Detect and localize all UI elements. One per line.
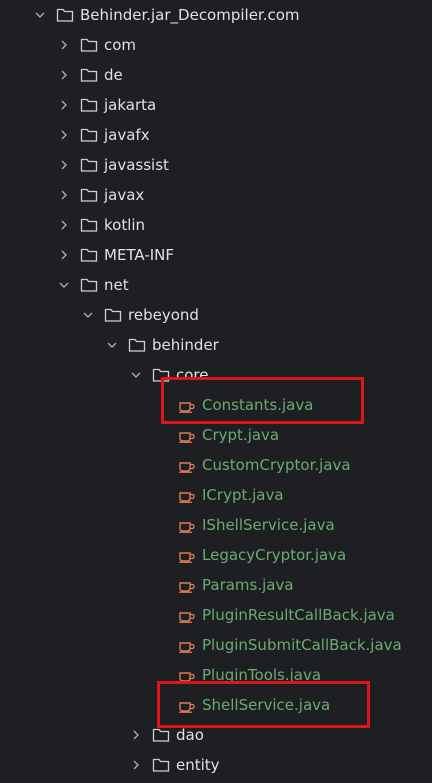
tree-node-label: com (104, 36, 137, 54)
tree-node-label: CustomCryptor.java (202, 456, 351, 474)
tree-node-root[interactable]: Behinder.jar_Decompiler.com (0, 0, 432, 30)
tree-node-label: Behinder.jar_Decompiler.com (80, 6, 300, 24)
tree-node-label: IShellService.java (202, 516, 335, 534)
tree-file-pluginsubmitcallback[interactable]: PluginSubmitCallBack.java (0, 630, 432, 660)
tree-file-customcryptor[interactable]: CustomCryptor.java (0, 450, 432, 480)
tree-node-label: javassist (104, 156, 169, 174)
tree-file-ishellservice[interactable]: IShellService.java (0, 510, 432, 540)
tree-node-label: entity (176, 756, 220, 774)
tree-node-label: javafx (104, 126, 150, 144)
tree-node-label: jakarta (104, 96, 157, 114)
tree-node-label: javax (104, 186, 145, 204)
tree-file-legacycryptor[interactable]: LegacyCryptor.java (0, 540, 432, 570)
folder-icon (80, 97, 98, 113)
folder-icon (152, 757, 170, 773)
java-file-icon (178, 517, 196, 533)
tree-node-label: kotlin (104, 216, 146, 234)
tree-node-label: META-INF (104, 246, 175, 264)
folder-icon (80, 127, 98, 143)
tree-node-folder[interactable]: javax (0, 180, 432, 210)
chevron-right-icon[interactable] (130, 729, 142, 741)
tree-node-folder[interactable]: de (0, 60, 432, 90)
tree-node-net[interactable]: net (0, 270, 432, 300)
tree-node-folder[interactable]: META-INF (0, 240, 432, 270)
java-file-icon (178, 637, 196, 653)
java-file-icon (178, 607, 196, 623)
folder-icon (80, 187, 98, 203)
chevron-right-icon[interactable] (58, 159, 70, 171)
folder-icon (80, 247, 98, 263)
tree-node-folder[interactable]: jakarta (0, 90, 432, 120)
java-file-icon (178, 427, 196, 443)
tree-node-entity[interactable]: entity (0, 750, 432, 780)
tree-node-label: de (104, 66, 123, 84)
chevron-down-icon[interactable] (106, 339, 118, 351)
chevron-right-icon[interactable] (58, 69, 70, 81)
tree-file-pluginresultcallback[interactable]: PluginResultCallBack.java (0, 600, 432, 630)
chevron-right-icon[interactable] (58, 219, 70, 231)
highlight-box-shellservice (157, 681, 370, 728)
tree-node-label: PluginSubmitCallBack.java (202, 636, 402, 654)
tree-node-folder[interactable]: com (0, 30, 432, 60)
folder-icon (152, 727, 170, 743)
folder-icon (80, 217, 98, 233)
folder-icon (80, 157, 98, 173)
tree-node-folder[interactable]: kotlin (0, 210, 432, 240)
java-file-icon (178, 457, 196, 473)
chevron-right-icon[interactable] (58, 249, 70, 261)
tree-node-label: ICrypt.java (202, 486, 284, 504)
folder-icon (128, 337, 146, 353)
java-file-icon (178, 487, 196, 503)
tree-node-label: net (104, 276, 129, 294)
chevron-right-icon[interactable] (58, 129, 70, 141)
chevron-down-icon[interactable] (130, 369, 142, 381)
tree-file-crypt[interactable]: Crypt.java (0, 420, 432, 450)
folder-icon (80, 37, 98, 53)
tree-node-folder[interactable]: javassist (0, 150, 432, 180)
chevron-down-icon[interactable] (34, 9, 46, 21)
highlight-box-constants (161, 377, 364, 424)
tree-file-icrypt[interactable]: ICrypt.java (0, 480, 432, 510)
java-file-icon (178, 547, 196, 563)
tree-node-label: behinder (152, 336, 219, 354)
folder-icon (104, 307, 122, 323)
chevron-right-icon[interactable] (58, 39, 70, 51)
tree-node-label: Params.java (202, 576, 294, 594)
folder-icon (80, 67, 98, 83)
chevron-right-icon[interactable] (130, 759, 142, 771)
tree-node-behinder[interactable]: behinder (0, 330, 432, 360)
tree-node-label: Crypt.java (202, 426, 280, 444)
tree-node-folder[interactable]: javafx (0, 120, 432, 150)
folder-icon (56, 7, 74, 23)
tree-node-label: rebeyond (128, 306, 199, 324)
chevron-down-icon[interactable] (58, 279, 70, 291)
chevron-right-icon[interactable] (58, 189, 70, 201)
chevron-right-icon[interactable] (58, 99, 70, 111)
java-file-icon (178, 577, 196, 593)
folder-icon (80, 277, 98, 293)
tree-file-params[interactable]: Params.java (0, 570, 432, 600)
chevron-down-icon[interactable] (82, 309, 94, 321)
tree-node-label: LegacyCryptor.java (202, 546, 347, 564)
tree-node-label: PluginResultCallBack.java (202, 606, 395, 624)
tree-node-rebeyond[interactable]: rebeyond (0, 300, 432, 330)
